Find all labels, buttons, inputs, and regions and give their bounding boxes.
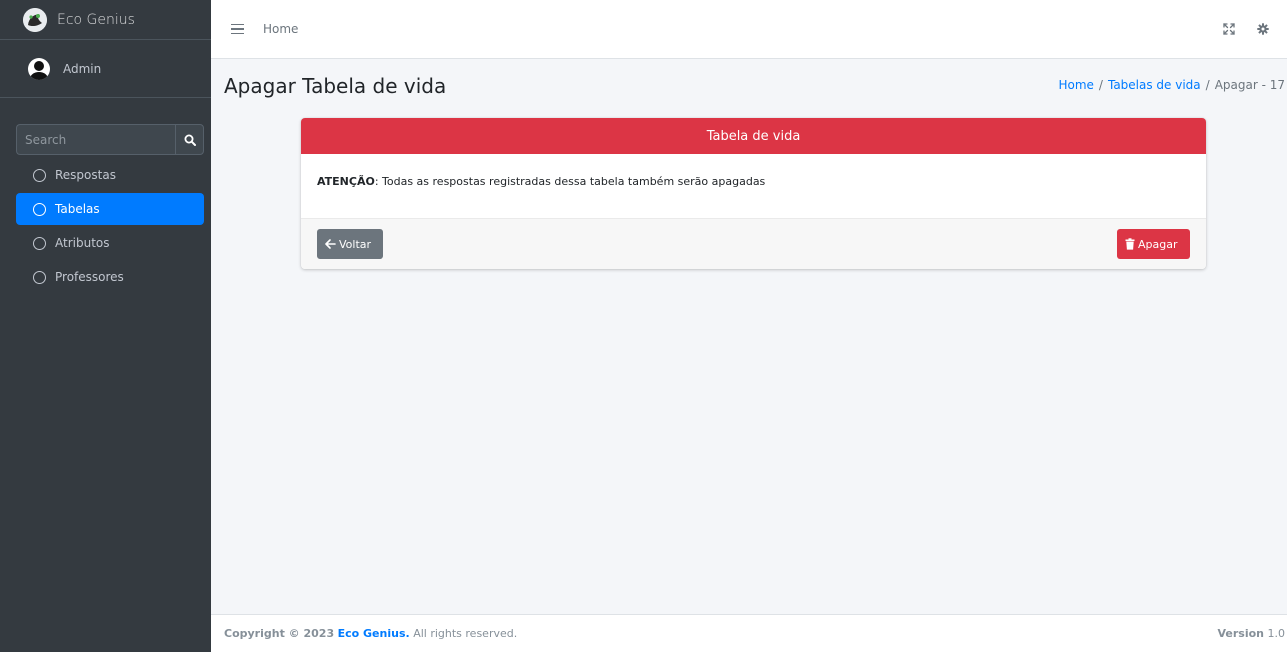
- arrow-left-icon: [325, 239, 336, 249]
- breadcrumb: Home / Tabelas de vida / Apagar - 17: [1058, 78, 1285, 92]
- breadcrumb-current: Apagar - 17: [1214, 78, 1285, 92]
- sidebar: Eco Genius Admin Respostas Tabelas Atrib…: [0, 0, 211, 652]
- user-name[interactable]: Admin: [63, 62, 101, 76]
- search-button[interactable]: [175, 124, 204, 155]
- footer-brand-link[interactable]: Eco Genius.: [338, 627, 410, 640]
- user-avatar-icon: [28, 57, 50, 80]
- brand-name: Eco Genius: [57, 11, 135, 28]
- top-home-link[interactable]: Home: [263, 22, 298, 36]
- fullscreen-icon[interactable]: [1223, 23, 1235, 35]
- breadcrumb-tabelas-de-vida[interactable]: Tabelas de vida: [1108, 78, 1201, 92]
- delete-button[interactable]: Apagar: [1117, 229, 1190, 259]
- warning-text: : Todas as respostas registradas dessa t…: [374, 175, 766, 188]
- trash-icon: [1125, 238, 1135, 250]
- circle-icon: [33, 236, 46, 250]
- version-label: Version: [1217, 627, 1264, 640]
- sidebar-item-professores[interactable]: Professores: [16, 261, 204, 293]
- circle-icon: [33, 270, 46, 284]
- version-info: Version 1.0: [1217, 627, 1285, 640]
- version-value: 1.0: [1267, 627, 1286, 640]
- top-navbar: Home: [211, 0, 1287, 59]
- sidebar-item-label: Professores: [55, 270, 124, 284]
- warning-label: ATENÇÃO: [317, 175, 375, 188]
- delete-card: Tabela de vida ATENÇÃO: Todas as respost…: [301, 118, 1206, 269]
- sidebar-item-respostas[interactable]: Respostas: [16, 159, 204, 191]
- sidebar-item-label: Atributos: [55, 236, 110, 250]
- breadcrumb-separator: /: [1205, 78, 1210, 92]
- sidebar-item-atributos[interactable]: Atributos: [16, 227, 204, 259]
- circle-icon: [33, 168, 46, 182]
- top-right-controls: [1223, 23, 1269, 35]
- user-panel[interactable]: Admin: [0, 40, 211, 98]
- delete-button-label: Apagar: [1138, 237, 1178, 251]
- breadcrumb-home[interactable]: Home: [1058, 78, 1093, 92]
- sidebar-search: [16, 124, 204, 155]
- page-footer: Copyright © 2023 Eco Genius. All rights …: [211, 614, 1287, 652]
- menu-toggle-icon[interactable]: [231, 23, 244, 35]
- search-icon: [184, 134, 196, 146]
- card-body: ATENÇÃO: Todas as respostas registradas …: [301, 154, 1206, 218]
- copyright-prefix: Copyright © 2023: [224, 627, 335, 640]
- card-header: Tabela de vida: [301, 118, 1206, 154]
- circle-icon: [33, 202, 46, 216]
- search-input[interactable]: [16, 124, 175, 155]
- card-footer: Voltar Apagar: [301, 218, 1206, 269]
- gear-icon[interactable]: [1257, 23, 1269, 35]
- sidebar-item-label: Respostas: [55, 168, 116, 182]
- eco-genius-logo-icon: [23, 7, 47, 32]
- sidebar-item-label: Tabelas: [55, 202, 100, 216]
- footer-rights: All rights reserved.: [413, 627, 518, 640]
- back-button-label: Voltar: [339, 237, 372, 251]
- back-button[interactable]: Voltar: [317, 229, 383, 259]
- breadcrumb-separator: /: [1098, 78, 1103, 92]
- sidebar-nav: Respostas Tabelas Atributos Professores: [16, 159, 204, 293]
- sidebar-item-tabelas[interactable]: Tabelas: [16, 193, 204, 225]
- page-title: Apagar Tabela de vida: [224, 74, 447, 98]
- brand-link[interactable]: Eco Genius: [0, 0, 211, 40]
